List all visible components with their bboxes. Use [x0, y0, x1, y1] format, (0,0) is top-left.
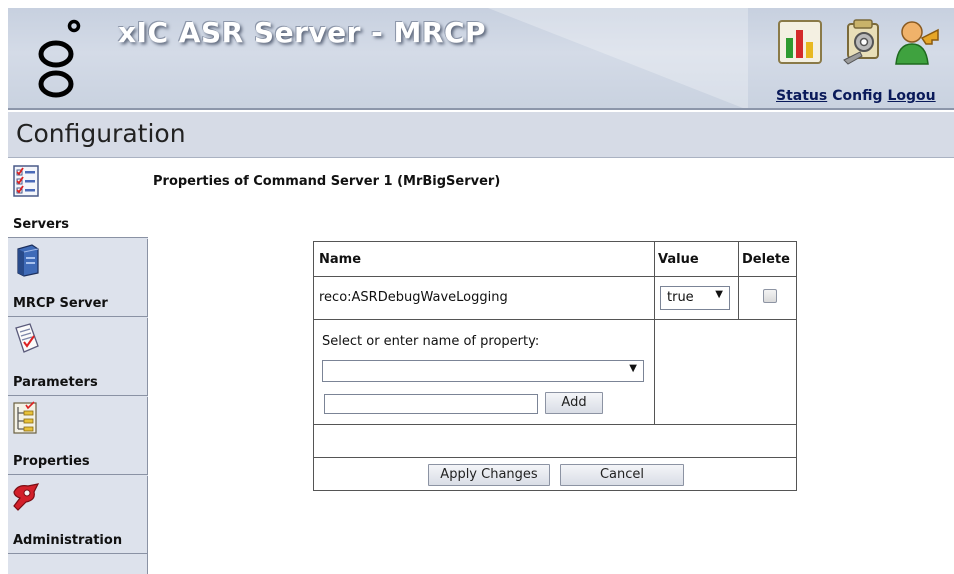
header-shine [488, 8, 748, 108]
table-divider [738, 242, 739, 319]
sidebar-item-properties[interactable]: Properties [8, 397, 148, 475]
page-title-bar: Configuration [8, 112, 954, 158]
table-divider [654, 242, 655, 424]
sidebar-item-servers[interactable]: Servers [8, 160, 148, 238]
add-property-label: Select or enter name of property: [322, 334, 540, 349]
app-title: xIC ASR Server - MRCP [118, 16, 487, 49]
column-header-delete: Delete [742, 252, 790, 267]
cancel-button[interactable]: Cancel [560, 464, 684, 486]
table-divider [314, 319, 796, 320]
table-divider [314, 457, 796, 458]
parameters-doc-icon [15, 323, 39, 353]
logout-user-icon[interactable] [892, 18, 940, 66]
properties-tree-icon [13, 401, 37, 434]
product-logo-icon [38, 19, 81, 98]
status-chart-icon[interactable] [776, 18, 824, 66]
sidebar-item-label: Servers [13, 217, 70, 232]
delete-checkbox[interactable] [763, 289, 777, 303]
servers-checklist-icon [13, 165, 39, 197]
sidebar-item-label: MRCP Server [13, 296, 108, 311]
sidebar-item-label: Administration [13, 533, 123, 548]
property-value-select[interactable]: true ▼ [660, 286, 730, 310]
table-divider [314, 424, 796, 425]
property-name-select[interactable]: ▼ [322, 360, 644, 382]
sidebar-item-parameters[interactable]: Parameters [8, 318, 148, 396]
app-header: xIC ASR Server - MRCP Status Config Logou [8, 8, 954, 110]
server-box-icon [17, 244, 39, 277]
administration-tools-icon [13, 483, 40, 511]
column-header-name: Name [319, 252, 362, 267]
sidebar-item-administration[interactable]: Administration [8, 476, 148, 554]
table-divider [314, 276, 796, 277]
add-button[interactable]: Add [545, 392, 603, 414]
property-name-cell: reco:ASRDebugWaveLogging [319, 290, 508, 305]
properties-table: Name Value Delete reco:ASRDebugWaveLoggi… [313, 241, 797, 491]
property-value-selected: true [667, 290, 694, 305]
chevron-down-icon: ▼ [629, 363, 637, 374]
page-title: Configuration [16, 119, 186, 148]
apply-changes-button[interactable]: Apply Changes [428, 464, 550, 486]
property-name-input[interactable] [324, 394, 538, 414]
header-nav: Status Config Logou [776, 88, 941, 104]
sidebar-item-mrcp-server[interactable]: MRCP Server [8, 239, 148, 317]
sidebar-footer [8, 550, 148, 574]
logout-link[interactable]: Logou [887, 88, 935, 104]
sidebar-item-label: Parameters [13, 375, 98, 390]
chevron-down-icon: ▼ [715, 289, 723, 300]
status-link[interactable]: Status [776, 88, 827, 104]
sidebar-item-label: Properties [13, 454, 90, 469]
column-header-value: Value [658, 252, 699, 267]
sidebar: Servers MRCP Server Parameters Propertie… [8, 160, 148, 574]
section-heading: Properties of Command Server 1 (MrBigSer… [153, 174, 501, 189]
config-link[interactable]: Config [832, 88, 882, 104]
config-gear-icon[interactable] [840, 18, 888, 66]
